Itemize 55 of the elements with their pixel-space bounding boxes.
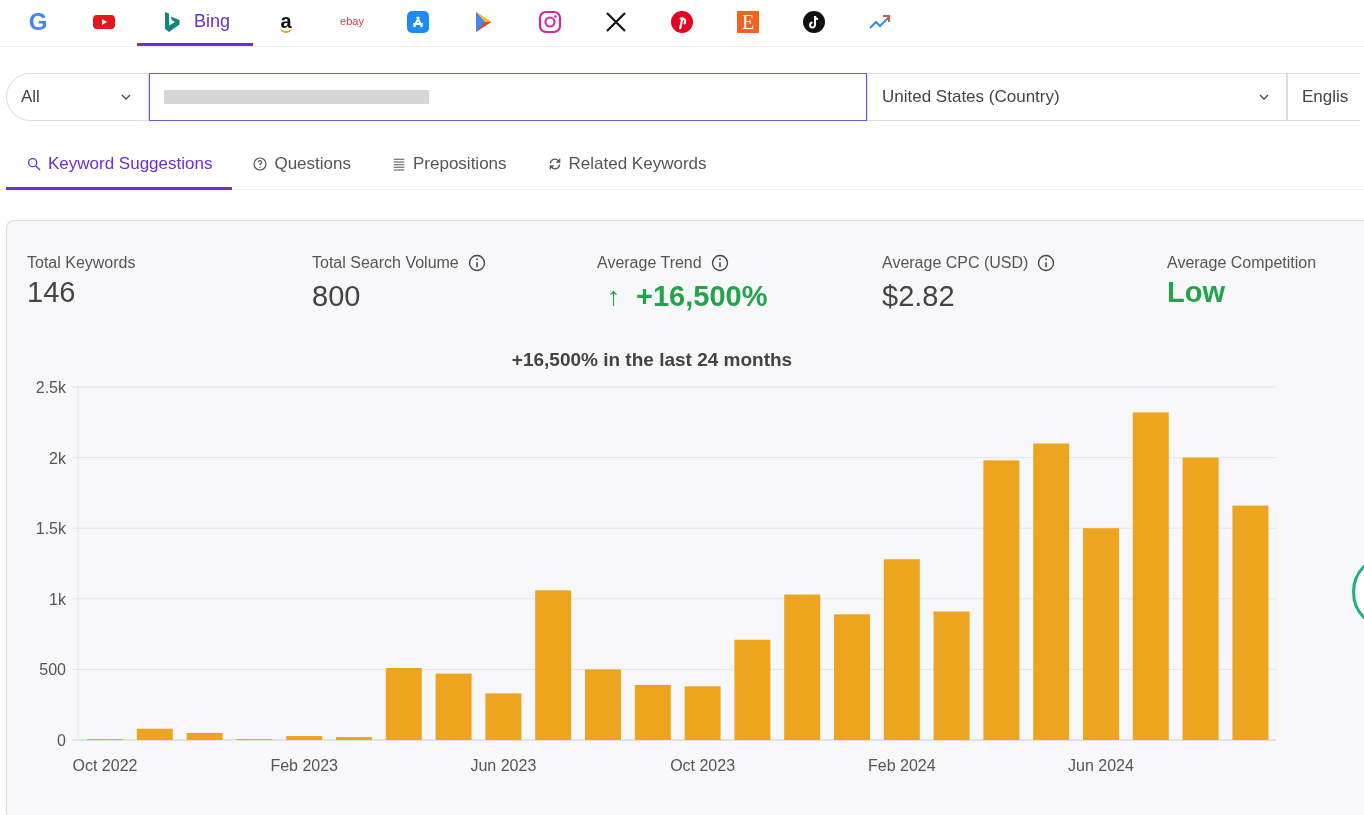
x-axis-label: Feb 2024 xyxy=(868,756,936,774)
stat-value: 800 xyxy=(312,279,361,314)
chart-title: +16,500% in the last 24 months xyxy=(511,348,793,370)
tab[interactable]: Questions xyxy=(232,140,371,190)
pin-circle-icon xyxy=(670,9,694,34)
stat-value: Low xyxy=(1167,275,1225,310)
x-axis-label: Oct 2023 xyxy=(670,756,736,774)
bar xyxy=(336,736,372,740)
source-tab[interactable]: G xyxy=(5,0,71,46)
stat-label: Average Trend xyxy=(597,253,702,273)
bar xyxy=(634,684,671,740)
music-note-icon xyxy=(802,9,826,34)
x-axis-label: Jun 2023 xyxy=(470,756,537,774)
app-store-icon xyxy=(406,9,430,34)
tab[interactable]: Related Keywords xyxy=(526,140,727,190)
source-tab[interactable]: ebay xyxy=(319,0,385,46)
trend-arrow: ↑ xyxy=(606,280,620,312)
bar xyxy=(684,686,721,740)
language-select[interactable]: Englis xyxy=(1287,73,1360,121)
bar xyxy=(286,735,323,740)
source-tab[interactable]: a xyxy=(253,0,319,46)
bar xyxy=(136,728,173,740)
etsy-e-icon: E xyxy=(736,10,760,33)
ebay-logo-icon: ebay xyxy=(340,16,364,27)
stat-value: +16,500% xyxy=(636,279,768,314)
stat-value: 146 xyxy=(27,275,76,310)
y-axis-label: 500 xyxy=(39,661,66,679)
x-axis-label: Oct 2022 xyxy=(72,756,138,774)
bar xyxy=(186,732,223,740)
bar xyxy=(435,673,472,740)
y-axis-label: 0 xyxy=(57,731,66,749)
stat-label: Average Competition xyxy=(1167,253,1317,273)
x-axis-label: Jun 2024 xyxy=(1068,756,1134,774)
bar xyxy=(485,693,522,740)
search-field[interactable] xyxy=(149,73,867,121)
stat-label: Average CPC (USD) xyxy=(882,253,1029,273)
stat-value: $2.82 xyxy=(882,279,955,314)
y-axis-label: 2.5k xyxy=(35,378,66,396)
google-g-icon: G xyxy=(28,9,48,34)
stat-label: Total Search Volume xyxy=(312,253,459,273)
bar xyxy=(585,669,621,740)
category-select[interactable]: All xyxy=(6,73,149,121)
camera-outline-icon xyxy=(538,9,562,34)
search-icon xyxy=(26,155,42,172)
question-circle-icon xyxy=(252,155,269,172)
x-cross-icon xyxy=(604,9,628,34)
country-select[interactable]: United States (Country) xyxy=(867,73,1287,121)
y-axis-label: 2k xyxy=(49,449,66,467)
y-axis-label: 1.5k xyxy=(35,520,66,537)
x-axis-label: Feb 2023 xyxy=(270,756,338,774)
y-axis-label: 1k xyxy=(49,590,66,608)
stat-label: Total Keywords xyxy=(27,253,136,273)
source-tab[interactable]: Bing xyxy=(137,0,253,46)
tab[interactable]: Prepositions xyxy=(371,140,527,190)
tab[interactable]: Keyword Suggestions xyxy=(6,140,233,190)
